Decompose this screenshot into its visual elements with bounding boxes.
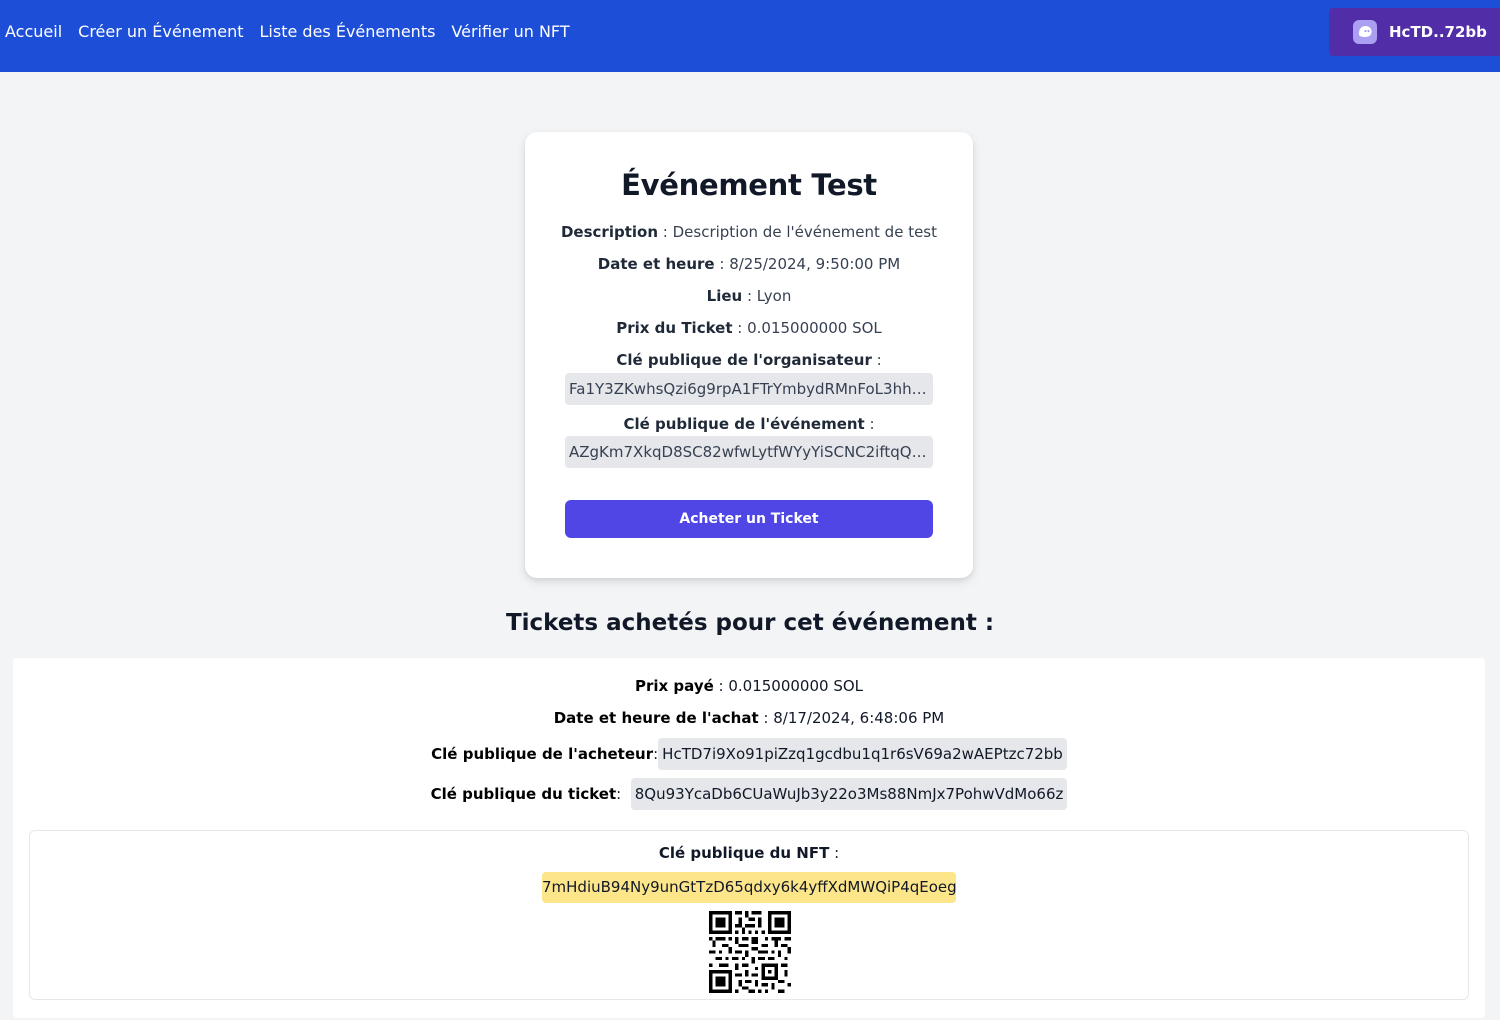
- ticket-purchase-datetime: Date et heure de l'achat : 8/17/2024, 6:…: [553, 709, 945, 727]
- tickets-heading: Tickets achetés pour cet événement :: [505, 610, 995, 636]
- description-value: Description de l'événement de test: [672, 223, 938, 241]
- ticket-price-paid: Prix payé : 0.015000000 SOL: [634, 677, 864, 695]
- nav-link-event-list[interactable]: Liste des Événements: [260, 20, 436, 44]
- datetime-value: 8/25/2024, 9:50:00 PM: [729, 255, 901, 273]
- location-label: Lieu: [706, 287, 743, 305]
- event-price: Prix du Ticket : 0.015000000 SOL: [616, 319, 882, 337]
- nft-key-label: Clé publique du NFT: [658, 844, 830, 862]
- ticket-ticket-key: Clé publique du ticket: 8Qu93YcaDb6CUaWu…: [13, 778, 1485, 810]
- nft-key-heading: Clé publique du NFT :: [658, 844, 840, 862]
- event-key-label: Clé publique de l'événement: [623, 415, 865, 433]
- ticket-key-label: Clé publique du ticket: [430, 785, 617, 803]
- event-key-value: AZgKm7XkqD8SC82wfwLytfWYyYiSCNC2iftqQfNk…: [565, 436, 933, 468]
- purchase-datetime-label: Date et heure de l'achat: [553, 709, 759, 727]
- nft-section: Clé publique du NFT : 7mHdiuB94Ny9unGtTz…: [29, 830, 1469, 1000]
- ticket-key-value: 8Qu93YcaDb6CUaWuJb3y22o3Ms88NmJx7PohwVdM…: [630, 778, 1068, 810]
- event-datetime: Date et heure : 8/25/2024, 9:50:00 PM: [597, 255, 901, 273]
- wallet-button[interactable]: HcTD..72bb: [1329, 8, 1500, 56]
- price-label: Prix du Ticket: [616, 319, 733, 337]
- location-value: Lyon: [756, 287, 792, 305]
- nft-key-value: 7mHdiuB94Ny9unGtTzD65qdxy6k4yffXdMWQiP4q…: [542, 872, 957, 903]
- price-paid-value: 0.015000000 SOL: [728, 677, 864, 695]
- buyer-key-label: Clé publique de l'acheteur: [431, 745, 654, 763]
- event-description: Description : Description de l'événement…: [560, 223, 938, 241]
- description-label: Description: [560, 223, 659, 241]
- buy-ticket-button[interactable]: Acheter un Ticket: [565, 500, 933, 538]
- event-title: Événement Test: [621, 168, 877, 202]
- ticket-card: Prix payé : 0.015000000 SOL Date et heur…: [13, 658, 1485, 1018]
- event-location: Lieu : Lyon: [706, 287, 792, 305]
- organizer-key-heading: Clé publique de l'organisateur :: [616, 351, 882, 369]
- datetime-label: Date et heure: [597, 255, 715, 273]
- wallet-address-label: HcTD..72bb: [1389, 23, 1487, 41]
- buyer-key-value: HcTD7i9Xo91piZzq1gcdbu1q1r6sV69a2wAEPtzc…: [658, 738, 1067, 770]
- nav-link-home[interactable]: Accueil: [5, 20, 62, 44]
- top-navbar: Accueil Créer un Événement Liste des Évé…: [0, 0, 1500, 72]
- price-paid-label: Prix payé: [634, 677, 714, 695]
- event-key-heading: Clé publique de l'événement :: [623, 415, 875, 433]
- nav-links: Accueil Créer un Événement Liste des Évé…: [5, 20, 586, 44]
- nav-link-verify-nft[interactable]: Vérifier un NFT: [451, 20, 569, 44]
- organizer-key-value: Fa1Y3ZKwhsQzi6g9rpA1FTrYmbydRMnFoL3hhMKZ…: [565, 373, 933, 405]
- price-value: 0.015000000 SOL: [747, 319, 882, 337]
- phantom-ghost-icon: [1353, 20, 1377, 44]
- purchase-datetime-value: 8/17/2024, 6:48:06 PM: [773, 709, 945, 727]
- nav-link-create-event[interactable]: Créer un Événement: [78, 20, 243, 44]
- qr-code-icon: [709, 911, 791, 993]
- organizer-key-label: Clé publique de l'organisateur: [616, 351, 872, 369]
- ticket-buyer-key: Clé publique de l'acheteur: HcTD7i9Xo91pi…: [13, 738, 1485, 770]
- event-card: Événement Test Description : Description…: [525, 132, 973, 578]
